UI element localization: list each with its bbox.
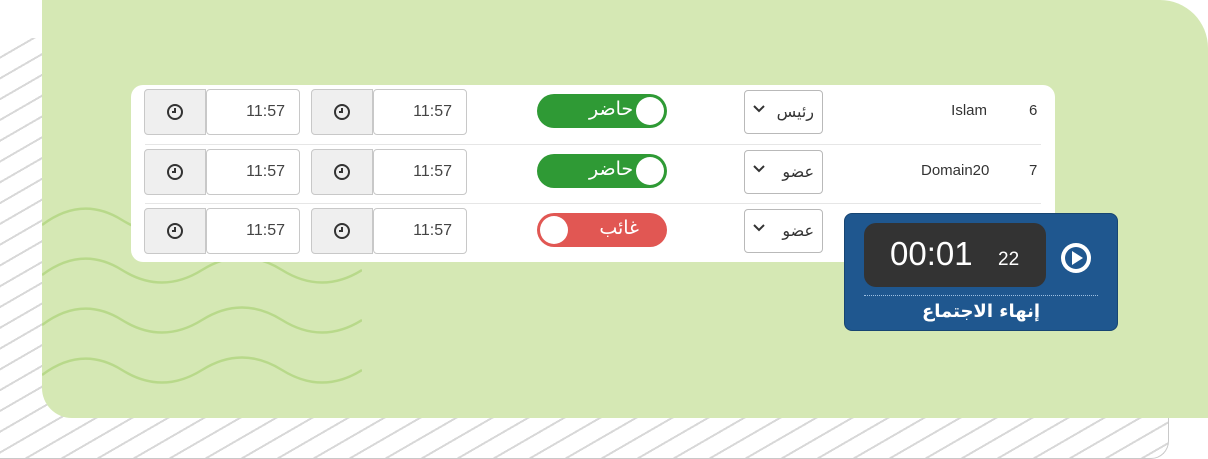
- role-value: رئيس: [776, 102, 814, 121]
- time-in-clock-button[interactable]: [311, 89, 373, 135]
- attendance-toggle[interactable]: غائب: [537, 213, 667, 247]
- time-out-input[interactable]: 11:57: [206, 89, 300, 135]
- attendance-status-label: غائب: [599, 217, 639, 239]
- timer-divider: [864, 295, 1098, 296]
- time-out-clock-button[interactable]: [144, 208, 206, 254]
- timer-display: 00:01 22: [864, 223, 1046, 287]
- member-name: Domain20: [921, 162, 990, 179]
- time-in-input[interactable]: 11:57: [373, 149, 467, 195]
- time-in-clock-button[interactable]: [311, 149, 373, 195]
- row-number: 6: [1029, 102, 1038, 119]
- time-out-clock-button[interactable]: [144, 89, 206, 135]
- role-select[interactable]: عضو: [744, 150, 823, 194]
- clock-icon: [334, 104, 350, 120]
- table-row: 11:57 11:57 حاضر رئيس Islam 6: [131, 85, 1055, 144]
- role-select[interactable]: رئيس: [744, 90, 823, 134]
- toggle-knob: [540, 216, 568, 244]
- chevron-down-icon: [753, 165, 765, 173]
- end-meeting-button[interactable]: إنهاء الاجتماع: [845, 301, 1117, 322]
- clock-icon: [334, 223, 350, 239]
- chevron-down-icon: [753, 224, 765, 232]
- member-name: Islam: [951, 102, 987, 119]
- toggle-knob: [636, 97, 664, 125]
- time-out-input[interactable]: 11:57: [206, 208, 300, 254]
- meeting-timer-panel: 00:01 22 إنهاء الاجتماع: [844, 213, 1118, 331]
- chevron-down-icon: [753, 105, 765, 113]
- time-in-input[interactable]: 11:57: [373, 89, 467, 135]
- clock-icon: [167, 164, 183, 180]
- clock-icon: [167, 104, 183, 120]
- clock-icon: [167, 223, 183, 239]
- time-in-clock-button[interactable]: [311, 208, 373, 254]
- timer-seconds: 22: [998, 249, 1020, 270]
- attendance-status-label: حاضر: [589, 98, 634, 120]
- time-out-input[interactable]: 11:57: [206, 149, 300, 195]
- timer-elapsed: 00:01: [890, 235, 973, 272]
- attendance-status-label: حاضر: [589, 158, 634, 180]
- attendance-toggle[interactable]: حاضر: [537, 154, 667, 188]
- table-row: 11:57 11:57 حاضر عضو Domain20 7: [131, 145, 1055, 204]
- toggle-knob: [636, 157, 664, 185]
- clock-icon: [334, 164, 350, 180]
- attendance-toggle[interactable]: حاضر: [537, 94, 667, 128]
- role-value: عضو: [782, 162, 814, 181]
- time-out-clock-button[interactable]: [144, 149, 206, 195]
- role-value: عضو: [782, 221, 814, 240]
- role-select[interactable]: عضو: [744, 209, 823, 253]
- time-in-input[interactable]: 11:57: [373, 208, 467, 254]
- play-circle-icon[interactable]: [1058, 240, 1094, 276]
- row-number: 7: [1029, 162, 1038, 179]
